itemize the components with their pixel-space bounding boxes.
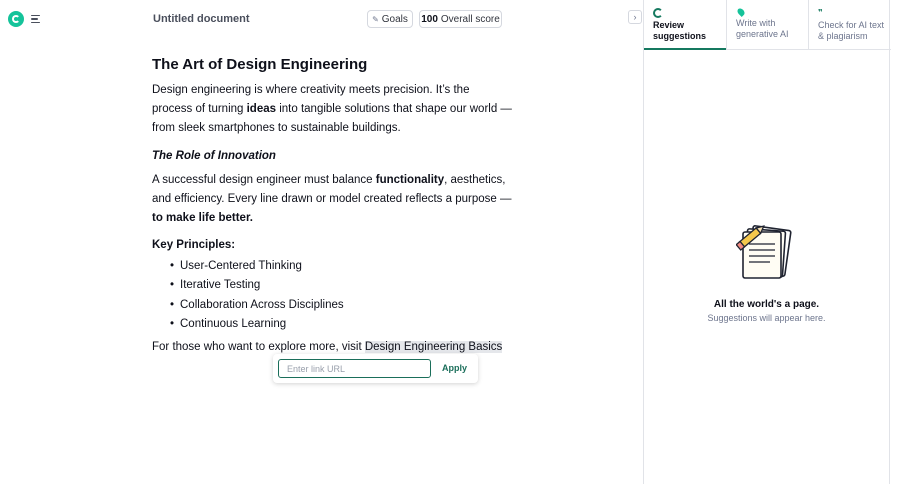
quote-icon: ❞ [818, 8, 823, 17]
panel-tabs: Review suggestions Write with generative… [644, 0, 891, 50]
list-item: Collaboration Across Disciplines [170, 296, 512, 315]
list-item: User-Centered Thinking [170, 257, 512, 276]
document-editor[interactable]: The Art of Design Engineering Design eng… [152, 54, 512, 357]
empty-state-subtitle: Suggestions will appear here. [707, 313, 826, 323]
menu-icon[interactable] [27, 8, 47, 30]
overall-score-button[interactable]: 100 Overall score [419, 10, 502, 28]
chevron-right-icon[interactable]: › [628, 10, 642, 24]
principles-list: User-Centered Thinking Iterative Testing… [170, 257, 512, 334]
tab-generative-ai[interactable]: Write with generative AI [726, 0, 808, 50]
score-label: Overall score [440, 13, 500, 25]
location-pin-icon [736, 7, 746, 17]
score-value: 100 [421, 13, 438, 25]
section-heading: The Role of Innovation [152, 149, 276, 162]
document-heading: The Art of Design Engineering [152, 56, 368, 73]
goals-button[interactable]: ✎ Goals [367, 10, 413, 28]
principles-heading: Key Principles: [152, 239, 236, 252]
list-item: Iterative Testing [170, 276, 512, 295]
list-item: Continuous Learning [170, 315, 512, 334]
apply-button[interactable]: Apply [442, 363, 467, 373]
link-url-input[interactable]: Enter link URL [278, 359, 431, 378]
tab-ai-plagiarism[interactable]: ❞ Check for AI text & plagiarism [808, 0, 891, 50]
grammarly-icon [653, 8, 663, 18]
goals-label: Goals [381, 13, 408, 25]
role-paragraph: A successful design engineer must balanc… [152, 173, 512, 225]
tab-review-suggestions[interactable]: Review suggestions [644, 0, 726, 50]
document-title[interactable]: Untitled document [153, 13, 250, 25]
grammarly-logo-icon[interactable] [8, 11, 24, 27]
selected-link-text[interactable]: Design Engineering Basics [364, 341, 503, 354]
notepad-pencil-icon [736, 225, 792, 279]
empty-state-title: All the world's a page. [713, 299, 820, 310]
goals-icon: ✎ [372, 14, 379, 24]
intro-paragraph: Design engineering is where creativity m… [152, 84, 512, 135]
